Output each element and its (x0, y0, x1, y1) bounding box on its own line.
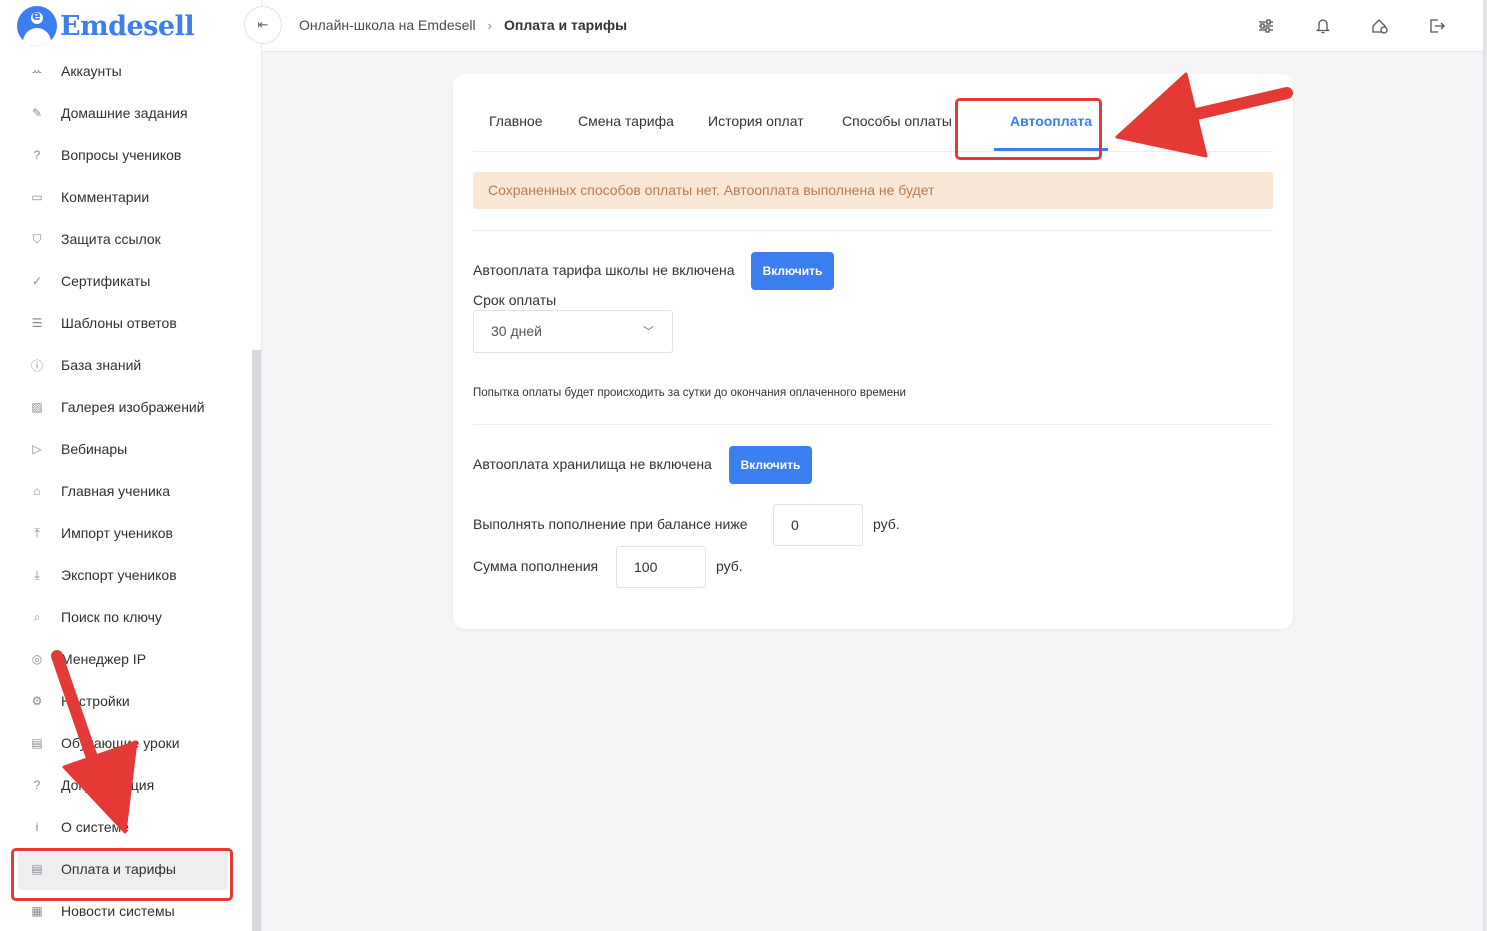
annotation-arrows (51, 72, 1293, 834)
